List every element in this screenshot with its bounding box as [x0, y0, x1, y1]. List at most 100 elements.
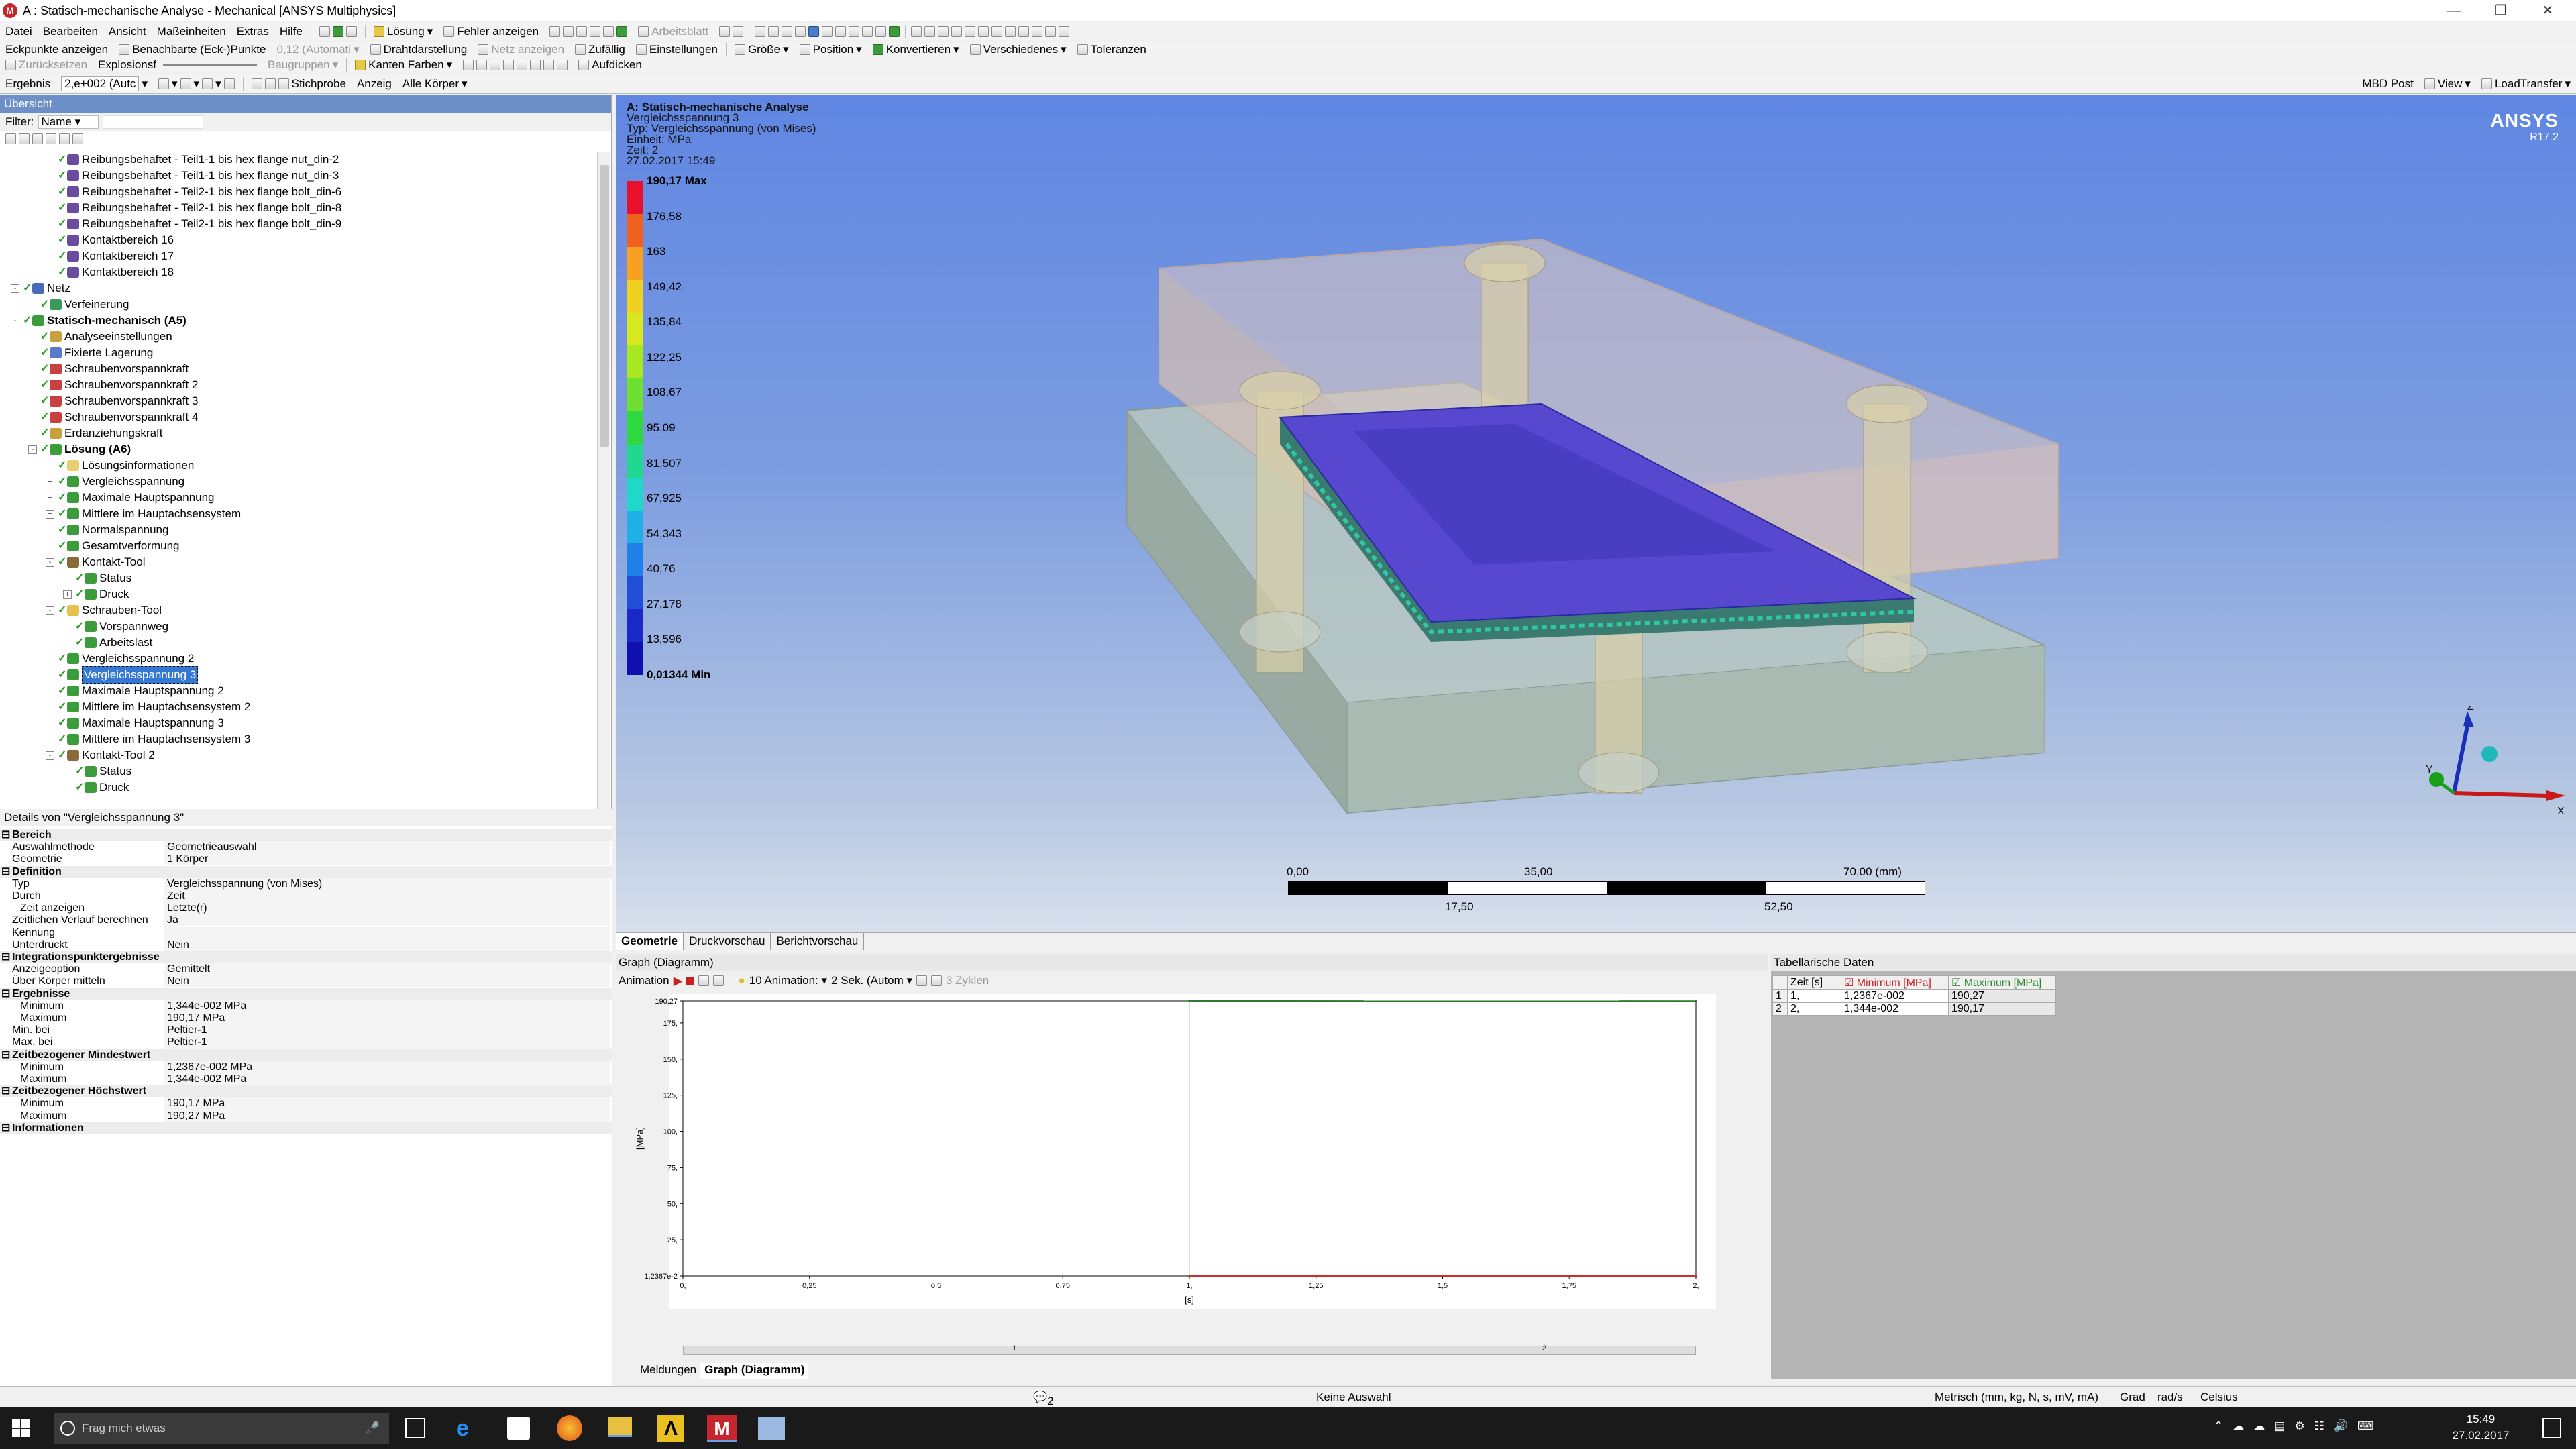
- tree-item[interactable]: ✓ Schraubenvorspannkraft 3: [40, 393, 198, 409]
- tab-messages[interactable]: Meldungen: [636, 1363, 700, 1379]
- tree-item[interactable]: ✓ Gesamtverformung: [58, 538, 180, 554]
- animation-timeline[interactable]: 1 2: [683, 1344, 1696, 1355]
- filter-dropdown[interactable]: Name ▾: [38, 115, 99, 129]
- assemblies-dropdown[interactable]: Baugruppen ▾: [262, 58, 343, 72]
- details-row[interactable]: Minimum 190,17 MPa: [0, 1097, 612, 1110]
- details-category[interactable]: ⊟ Zeitbezogener Mindestwert: [0, 1049, 612, 1061]
- details-value[interactable]: 1,2367e-002 MPa: [164, 1061, 610, 1073]
- collapse-icon[interactable]: ⊟: [1, 951, 10, 963]
- tree-item[interactable]: ✓ Druck: [75, 780, 129, 796]
- details-row[interactable]: Min. bei Peltier-1: [0, 1024, 612, 1037]
- expand-toggle-icon[interactable]: -: [46, 751, 54, 760]
- tree-item[interactable]: ✓ Analyseeinstellungen: [40, 329, 172, 345]
- cycles-toggle[interactable]: 3 Zyklen: [946, 974, 989, 987]
- notifications-icon[interactable]: [2542, 1418, 2561, 1438]
- details-row[interactable]: Zeitlichen Verlauf berechnen Ja: [0, 914, 612, 927]
- loadtransfer-dropdown[interactable]: LoadTransfer ▾: [2476, 77, 2576, 91]
- tree-item[interactable]: ✓ Mittlere im Hauptachsensystem 3: [58, 731, 250, 747]
- toolbar-icons-1[interactable]: [544, 26, 633, 37]
- details-value[interactable]: 190,27 MPa: [164, 1110, 610, 1122]
- expand-toggle-icon[interactable]: -: [11, 284, 19, 293]
- filter-input[interactable]: [102, 115, 203, 129]
- expand-icon[interactable]: [5, 133, 16, 144]
- details-value[interactable]: 1,344e-002 MPa: [164, 1000, 610, 1012]
- details-row[interactable]: Maximum 190,27 MPa: [0, 1110, 612, 1122]
- details-row[interactable]: Kennung: [0, 926, 612, 939]
- maximize-button[interactable]: ❐: [2482, 1, 2520, 20]
- details-category[interactable]: ⊟ Bereich: [0, 829, 612, 841]
- expand-toggle-icon[interactable]: +: [63, 590, 72, 599]
- firefox-icon[interactable]: [557, 1415, 582, 1441]
- misc-dropdown[interactable]: Verschiedenes ▾: [965, 43, 1072, 56]
- windows-start-icon[interactable]: [12, 1419, 30, 1437]
- probe-button[interactable]: Stichprobe: [246, 77, 352, 91]
- tree-item[interactable]: - ✓ Lösung (A6): [28, 441, 131, 458]
- undo-button[interactable]: [314, 26, 362, 37]
- tab-print-preview[interactable]: Druckvorschau: [684, 933, 771, 950]
- tree-item[interactable]: ✓ Kontaktbereich 18: [58, 264, 174, 280]
- details-row[interactable]: Auswahlmethode Geometrieauswahl: [0, 841, 612, 854]
- tab-geometry[interactable]: Geometrie: [616, 933, 684, 950]
- tree-item[interactable]: + ✓ Druck: [63, 586, 129, 602]
- tree-item[interactable]: ✓ Reibungsbehaftet - Teil1-1 bis hex flan…: [58, 152, 339, 168]
- tree-item[interactable]: - ✓ Statisch-mechanisch (A5): [11, 313, 186, 329]
- convert-dropdown[interactable]: Konvertieren ▾: [867, 43, 965, 56]
- details-category[interactable]: ⊟ Integrationspunktergebnisse: [0, 951, 612, 963]
- details-value[interactable]: Letzte(r): [164, 902, 610, 915]
- app-icon-2[interactable]: [758, 1417, 785, 1440]
- details-category[interactable]: ⊟ Definition: [0, 865, 612, 878]
- result-scale-dropdown[interactable]: 2,e+002 (Autc ▾: [56, 76, 153, 91]
- details-value[interactable]: Geometrieauswahl: [164, 841, 610, 854]
- neighbor-nodes-button[interactable]: Benachbarte (Eck-)Punkte: [113, 43, 271, 56]
- show-errors-button[interactable]: Fehler anzeigen: [438, 25, 544, 38]
- clock[interactable]: 15:49 27.02.2017: [2447, 1411, 2514, 1444]
- file-explorer-icon[interactable]: [608, 1417, 632, 1437]
- temperature-unit[interactable]: Celsius: [2200, 1391, 2238, 1404]
- zoom-icon[interactable]: [931, 975, 942, 986]
- minimize-button[interactable]: —: [2435, 1, 2473, 20]
- details-row[interactable]: Anzeigeoption Gemittelt: [0, 963, 612, 976]
- expand-toggle-icon[interactable]: +: [46, 509, 54, 519]
- menu-3[interactable]: Maßeinheiten: [152, 25, 231, 38]
- expand-toggle-icon[interactable]: -: [28, 445, 37, 454]
- outline-scrollbar[interactable]: [597, 152, 610, 809]
- tree-item[interactable]: ✓ Reibungsbehaftet - Teil2-1 bis hex flan…: [58, 200, 341, 216]
- close-button[interactable]: ✕: [2529, 1, 2567, 20]
- details-value[interactable]: Nein: [164, 938, 610, 951]
- expand-toggle-icon[interactable]: -: [11, 316, 19, 325]
- settings-button[interactable]: Einstellungen: [631, 43, 723, 56]
- tree-item[interactable]: ✓ Maximale Hauptspannung 2: [58, 683, 224, 699]
- tree-item[interactable]: - ✓ Kontakt-Tool 2: [46, 747, 155, 763]
- result-tools[interactable]: ▾ ▾ ▾: [153, 77, 240, 91]
- tree-item[interactable]: ✓ Schraubenvorspannkraft: [40, 361, 189, 377]
- mic-icon[interactable]: 🎤: [366, 1421, 380, 1435]
- corner-points-button[interactable]: Eckpunkte anzeigen: [0, 43, 113, 56]
- expand-toggle-icon[interactable]: -: [46, 606, 54, 615]
- tree-item[interactable]: ✓ Kontaktbereich 17: [58, 248, 174, 264]
- tree-item[interactable]: ✓ Reibungsbehaftet - Teil1-1 bis hex flan…: [58, 168, 339, 184]
- col-maximum[interactable]: ☑ Maximum [MPa]: [1948, 975, 2056, 990]
- collapse-icon[interactable]: ⊟: [1, 829, 10, 841]
- messages-status[interactable]: 💬 2 Meldungen: [1033, 1391, 1104, 1421]
- reset-explosion-button[interactable]: Zurücksetzen: [0, 58, 93, 72]
- tree-item[interactable]: ✓ Schraubenvorspannkraft 2: [40, 377, 198, 393]
- tab-report-preview[interactable]: Berichtvorschau: [771, 933, 865, 950]
- tree-item[interactable]: - ✓ Schrauben-Tool: [46, 602, 162, 619]
- details-row[interactable]: Zeit anzeigen Letzte(r): [0, 902, 612, 915]
- tree-item[interactable]: ✓ Normalspannung: [58, 522, 168, 538]
- details-row[interactable]: Durch Zeit: [0, 890, 612, 902]
- tree-search-icon[interactable]: [59, 133, 70, 144]
- details-value[interactable]: Zeit: [164, 890, 610, 902]
- collapse-icon[interactable]: ⊟: [1, 1085, 10, 1097]
- scale-dropdown[interactable]: 0,12 (Automati ▾: [272, 43, 365, 56]
- details-value[interactable]: 1,344e-002 MPa: [164, 1073, 610, 1085]
- edge-colors-dropdown[interactable]: Kanten Farben ▾: [350, 58, 458, 72]
- details-value[interactable]: Vergleichsspannung (von Mises): [164, 877, 610, 890]
- details-value[interactable]: Ja: [164, 914, 610, 927]
- position-dropdown[interactable]: Position ▾: [794, 43, 867, 56]
- details-value[interactable]: Nein: [164, 975, 610, 988]
- show-mesh-button[interactable]: Netz anzeigen: [472, 43, 570, 56]
- details-value[interactable]: Peltier-1: [164, 1024, 610, 1037]
- time-history-chart[interactable]: 0, 0,25 0,5 0,75 1, 1,25 1,5 1,75 2, 1,2367e-2 25,…: [616, 994, 1768, 1350]
- details-row[interactable]: Max. bei Peltier-1: [0, 1036, 612, 1049]
